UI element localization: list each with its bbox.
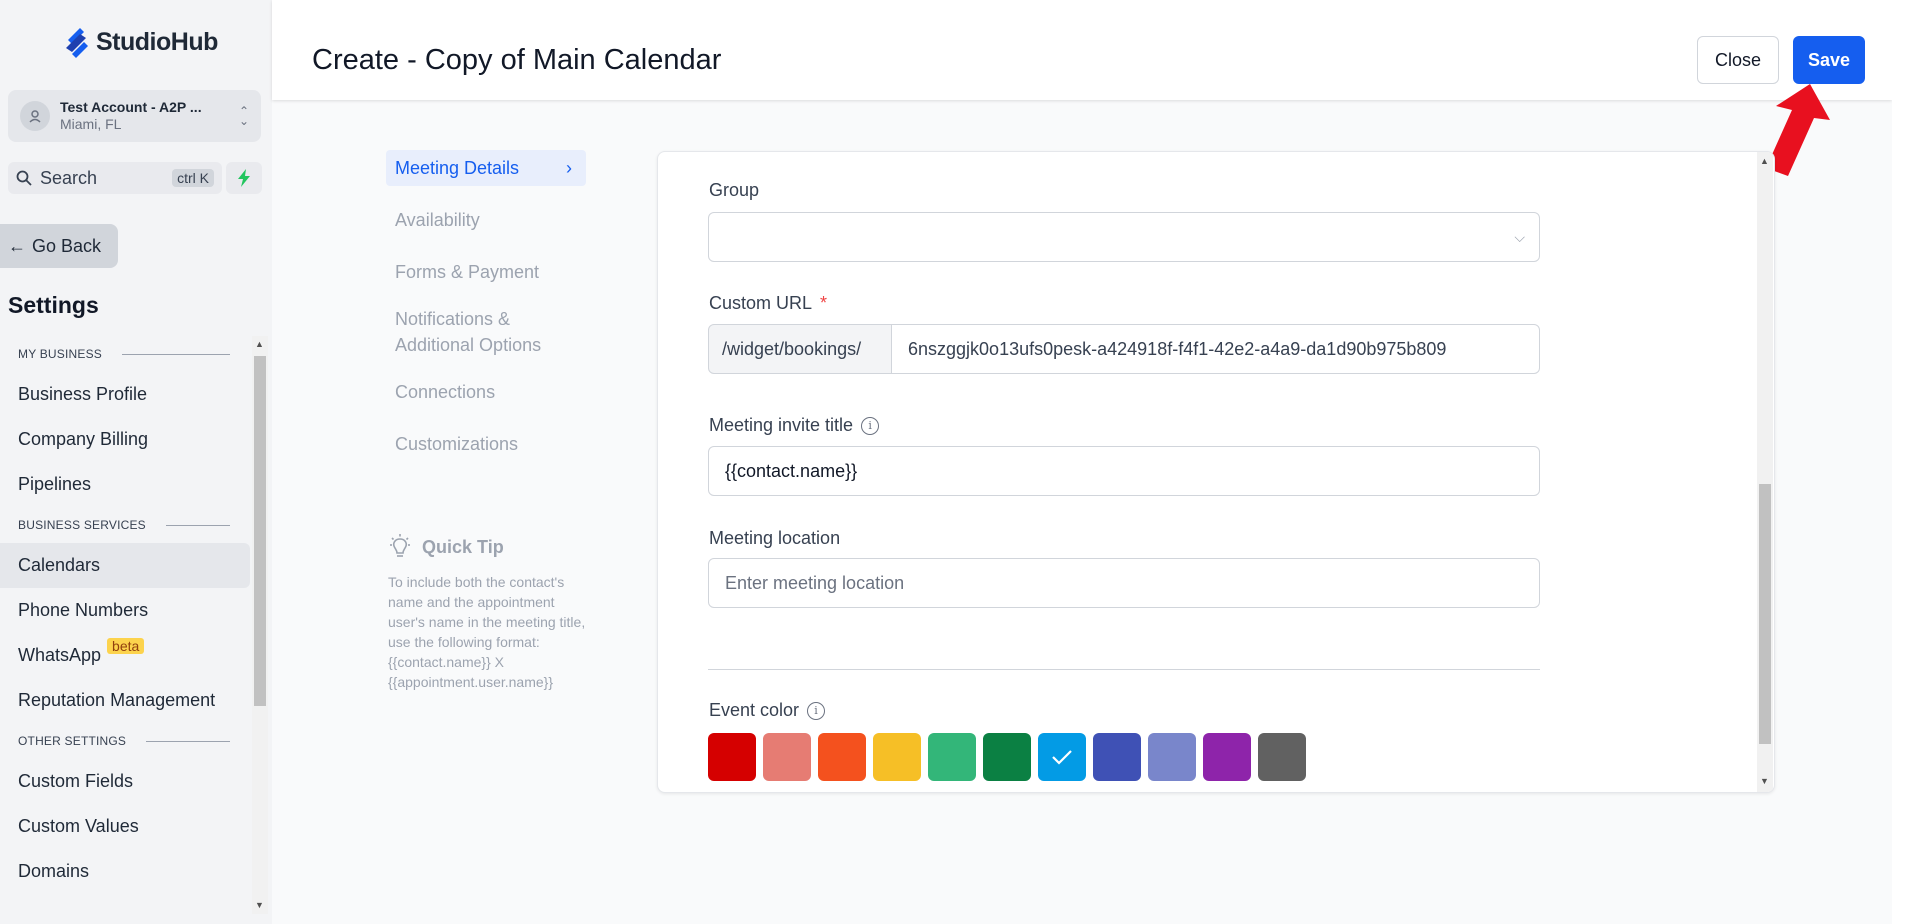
sidebar-item-custom-values[interactable]: Custom Values (0, 804, 250, 849)
search-label: Search (40, 167, 98, 188)
lightning-icon (238, 169, 250, 187)
arrow-left-icon: ← (8, 235, 26, 256)
quick-tip: Quick Tip To include both the contact's … (388, 534, 588, 692)
tab-notifications[interactable]: Notifications & Additional Options (386, 298, 586, 366)
save-button[interactable]: Save (1793, 36, 1865, 84)
sidebar-item-whatsapp[interactable]: WhatsApp beta (0, 633, 250, 678)
logo-icon (66, 28, 88, 58)
sidebar-scroll-thumb[interactable] (254, 356, 266, 706)
nav-section-business-services: BUSINESS SERVICES (0, 507, 250, 543)
color-swatch[interactable] (983, 733, 1031, 781)
tab-meeting-details[interactable]: Meeting Details › (386, 150, 586, 186)
page-scrollbar[interactable] (1892, 0, 1918, 924)
color-swatch[interactable] (1258, 733, 1306, 781)
event-color-label: Event color i (709, 700, 826, 721)
quick-actions-button[interactable] (226, 162, 262, 194)
scroll-down-icon[interactable]: ▼ (1760, 776, 1769, 786)
chevron-down-icon: ⌵ (1514, 229, 1525, 245)
brand-logo[interactable]: StudioHub (64, 26, 218, 58)
invite-title-input[interactable]: {{contact.name}} (708, 446, 1540, 496)
form-scroll-thumb[interactable] (1759, 484, 1771, 744)
color-swatch[interactable] (928, 733, 976, 781)
sidebar-item-domains[interactable]: Domains (0, 849, 250, 894)
account-name: Test Account - A2P ... (60, 98, 202, 115)
sidebar-item-reputation-management[interactable]: Reputation Management (0, 678, 250, 723)
sidebar: StudioHub Test Account - A2P ... Miami, … (0, 0, 272, 924)
location-input[interactable]: Enter meeting location (708, 558, 1540, 608)
search-icon (16, 170, 32, 186)
group-label: Group (709, 180, 760, 200)
url-prefix: /widget/bookings/ (708, 324, 892, 374)
invite-title-label: Meeting invite title i (709, 415, 880, 436)
settings-title: Settings (8, 292, 99, 318)
settings-nav: MY BUSINESS Business Profile Company Bil… (0, 336, 250, 916)
location-label: Meeting location (709, 528, 841, 548)
beta-badge: beta (107, 637, 145, 654)
info-icon[interactable]: i (861, 416, 880, 435)
sidebar-item-calendars[interactable]: Calendars (0, 543, 250, 588)
go-back-label: Go Back (32, 235, 102, 256)
color-swatch[interactable] (818, 733, 866, 781)
scroll-up-icon[interactable]: ▲ (255, 339, 264, 349)
tab-connections[interactable]: Connections (386, 366, 586, 418)
info-icon[interactable]: i (807, 701, 826, 720)
page-header: Create - Copy of Main Calendar Close Sav… (272, 0, 1892, 100)
nav-section-other-settings: OTHER SETTINGS (0, 723, 250, 759)
required-mark: * (820, 293, 828, 313)
account-avatar (20, 101, 50, 131)
meeting-details-form: Group ⌵ Custom URL * /widget/bookings/ 6n… (657, 151, 1775, 793)
nav-section-my-business: MY BUSINESS (0, 336, 250, 372)
go-back-button[interactable]: ← Go Back (0, 224, 118, 268)
calendar-tabs: Meeting Details › Availability Forms & P… (386, 150, 586, 470)
search-button[interactable]: Search ctrl K (8, 162, 222, 194)
tab-customizations[interactable]: Customizations (386, 418, 586, 470)
sidebar-item-company-billing[interactable]: Company Billing (0, 417, 250, 462)
color-swatch[interactable] (1148, 733, 1196, 781)
color-swatch[interactable] (763, 733, 811, 781)
search-shortcut: ctrl K (172, 169, 214, 187)
close-button[interactable]: Close (1697, 36, 1779, 84)
sidebar-item-pipelines[interactable]: Pipelines (0, 462, 250, 507)
event-color-swatches (708, 733, 1306, 781)
chevron-right-icon: › (566, 157, 572, 178)
account-location: Miami, FL (60, 116, 122, 132)
check-icon (1052, 750, 1072, 765)
lightbulb-icon (390, 534, 410, 557)
tab-label: Meeting Details (395, 157, 520, 178)
scroll-up-icon[interactable]: ▲ (1760, 156, 1769, 166)
form-scrollbar[interactable]: ▲ ▼ (1757, 152, 1773, 792)
scroll-down-icon[interactable]: ▼ (255, 900, 264, 910)
page-title: Create - Copy of Main Calendar (312, 44, 722, 76)
color-swatch[interactable] (708, 733, 756, 781)
quick-tip-title: Quick Tip (422, 536, 504, 557)
group-select[interactable]: ⌵ (708, 212, 1540, 262)
brand-name: StudioHub (96, 27, 218, 56)
chevron-up-down-icon: ⌃ ⌄ (238, 104, 249, 128)
color-swatch[interactable] (1093, 733, 1141, 781)
section-divider (708, 669, 1540, 670)
color-swatch[interactable] (1038, 733, 1086, 781)
sidebar-item-custom-fields[interactable]: Custom Fields (0, 759, 250, 804)
color-swatch[interactable] (873, 733, 921, 781)
tab-availability[interactable]: Availability (386, 194, 586, 246)
quick-tip-body: To include both the contact's name and t… (388, 574, 586, 690)
custom-url-label: Custom URL * (709, 293, 828, 313)
tab-forms-payment[interactable]: Forms & Payment (386, 246, 586, 298)
custom-url-input[interactable]: 6nszggjk0o13ufs0pesk-a424918f-f4f1-42e2-… (891, 324, 1540, 374)
location-icon (29, 110, 41, 123)
sidebar-item-business-profile[interactable]: Business Profile (0, 372, 250, 417)
account-switcher[interactable]: Test Account - A2P ... Miami, FL ⌃ ⌄ (8, 90, 261, 142)
sidebar-scrollbar[interactable]: ▲ ▼ (252, 336, 268, 914)
color-swatch[interactable] (1203, 733, 1251, 781)
sidebar-item-phone-numbers[interactable]: Phone Numbers (0, 588, 250, 633)
sidebar-item-label: WhatsApp (18, 645, 102, 665)
